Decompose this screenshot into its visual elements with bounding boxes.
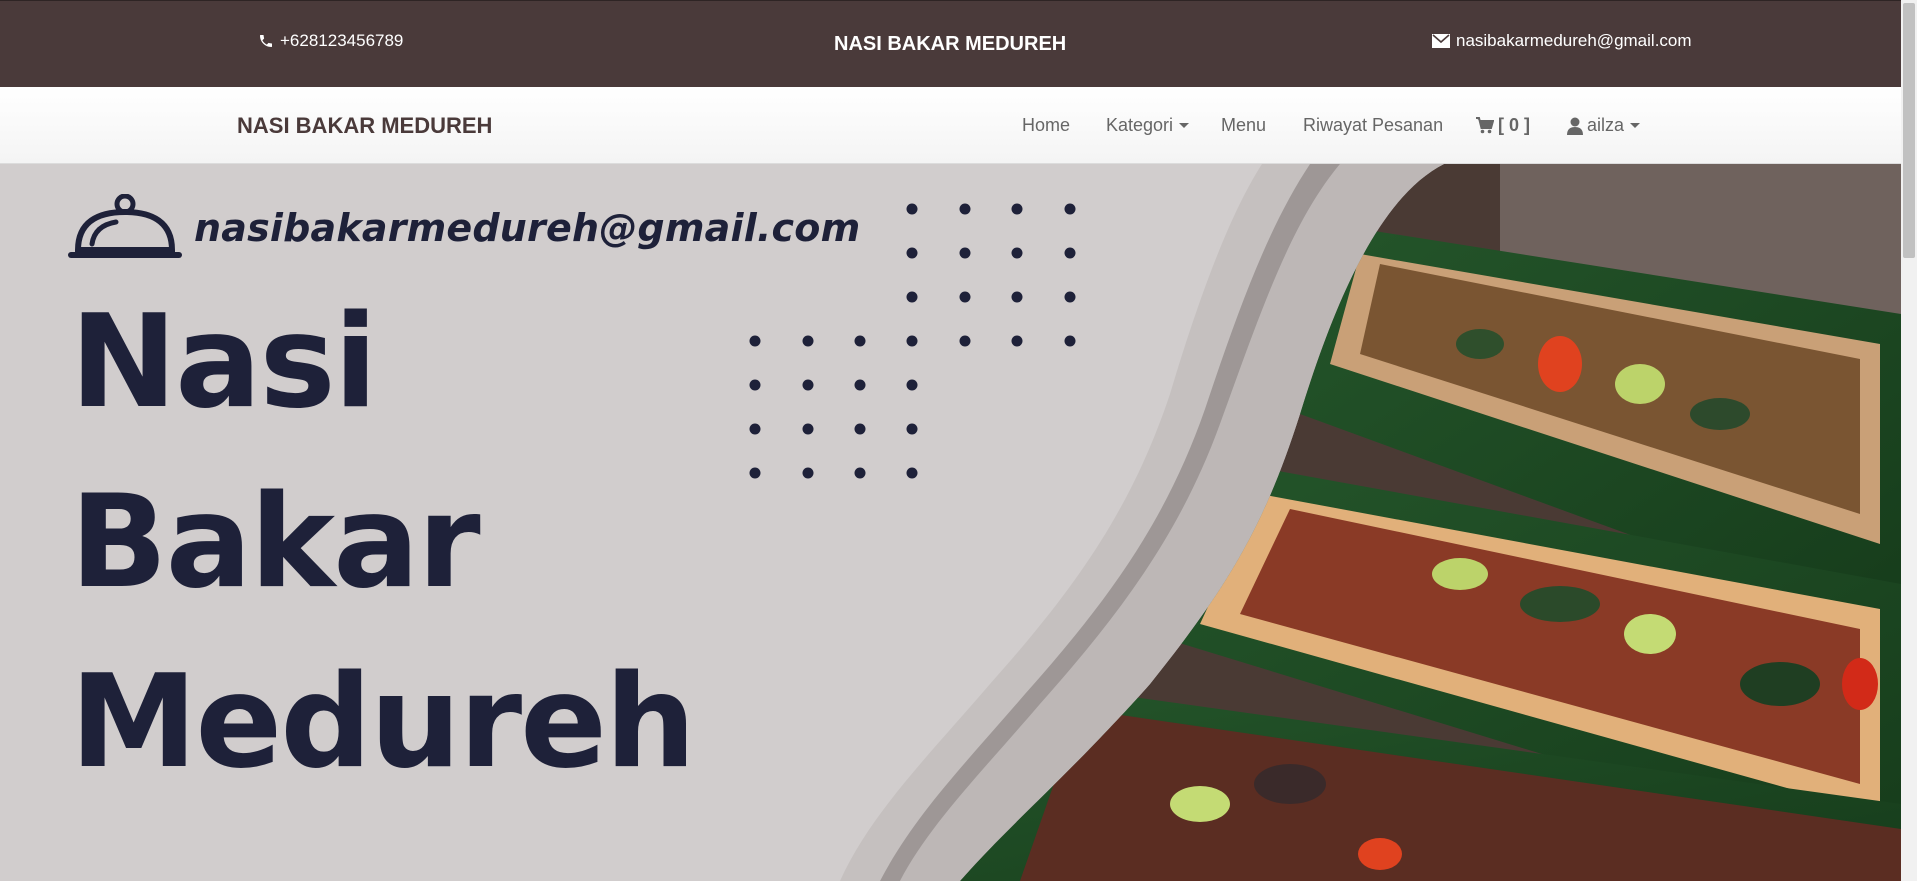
- nav-home[interactable]: Home: [1022, 115, 1070, 136]
- top-info-bar: +628123456789 NASI BAKAR MEDUREH nasibak…: [0, 0, 1917, 87]
- nav-menu[interactable]: Menu: [1221, 115, 1266, 136]
- nav-kategori-label: Kategori: [1106, 115, 1174, 135]
- hero-banner: nasibakarmedureh@gmail.com Nasi Bakar Me…: [0, 164, 1901, 881]
- nav-kategori-dropdown[interactable]: Kategori: [1106, 115, 1190, 136]
- main-navbar: NASI BAKAR MEDUREH Home Kategori Menu Ri…: [0, 87, 1901, 164]
- envelope-icon: [1432, 34, 1450, 48]
- caret-down-icon: [1630, 123, 1641, 128]
- hero-title-line-3: Medureh: [70, 648, 696, 797]
- nav-cart[interactable]: [ 0 ]: [1476, 115, 1530, 136]
- caret-down-icon: [1179, 123, 1190, 128]
- nav-menu-label: Menu: [1221, 115, 1267, 135]
- scrollbar-thumb[interactable]: [1903, 3, 1915, 258]
- hero-email-text: nasibakarmedureh@gmail.com: [194, 206, 861, 250]
- topbar-brand: NASI BAKAR MEDUREH: [834, 33, 1067, 55]
- email-contact: nasibakarmedureh@gmail.com: [1432, 31, 1692, 51]
- user-icon: [1567, 117, 1583, 135]
- nav-home-label: Home: [1022, 115, 1071, 135]
- phone-number: +628123456789: [280, 31, 404, 50]
- nav-user-dropdown[interactable]: ailza: [1567, 115, 1641, 136]
- nav-riwayat-pesanan[interactable]: Riwayat Pesanan: [1303, 115, 1443, 136]
- nav-riwayat-label: Riwayat Pesanan: [1303, 115, 1444, 135]
- navbar-brand[interactable]: NASI BAKAR MEDUREH: [237, 113, 492, 139]
- phone-icon: [260, 35, 272, 47]
- food-cloche-icon: [68, 194, 182, 258]
- username: ailza: [1587, 115, 1625, 135]
- email-address: nasibakarmedureh@gmail.com: [1456, 31, 1692, 50]
- cart-count: [ 0 ]: [1498, 115, 1531, 135]
- hero-email-line: nasibakarmedureh@gmail.com: [68, 194, 860, 262]
- hero-title-line-2: Bakar: [70, 468, 481, 617]
- hero-title-line-1: Nasi: [70, 288, 378, 437]
- phone-contact: +628123456789: [258, 31, 403, 51]
- shopping-cart-icon: [1476, 117, 1494, 134]
